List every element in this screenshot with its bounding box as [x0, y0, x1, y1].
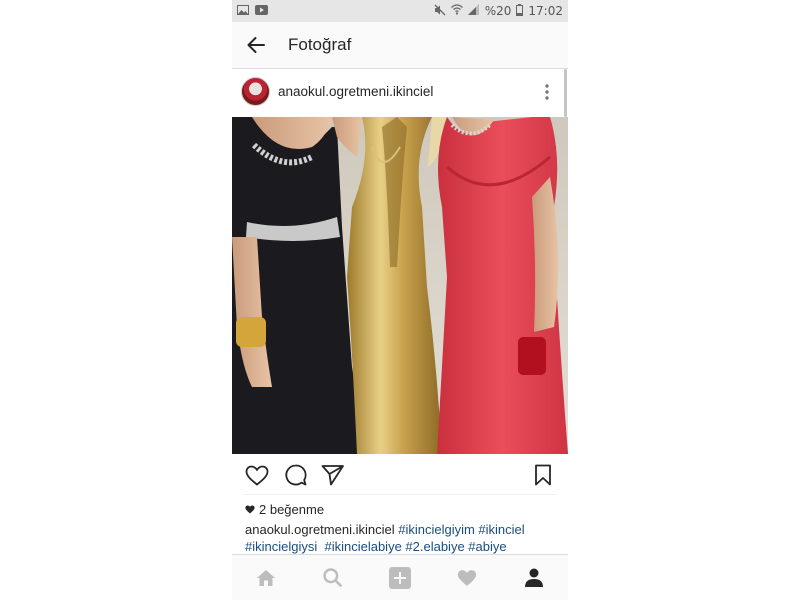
heart-small-icon [245, 505, 255, 514]
tab-search[interactable] [313, 558, 353, 598]
mute-icon [434, 4, 446, 19]
clock: 17:02 [528, 4, 563, 18]
back-button[interactable] [236, 22, 276, 69]
avatar[interactable] [241, 77, 270, 106]
bookmark-icon [535, 464, 551, 486]
battery-icon [516, 3, 524, 19]
likes-label: 2 beğenme [259, 502, 325, 517]
save-button[interactable] [530, 462, 556, 488]
signal-icon [467, 4, 480, 18]
share-icon [321, 465, 344, 486]
more-options-button[interactable] [535, 77, 559, 107]
gallery-icon [237, 4, 249, 18]
status-bar: %20 17:02 [232, 0, 568, 22]
tab-add[interactable] [380, 558, 420, 598]
likes-count[interactable]: 2 beğenme [245, 502, 324, 517]
add-icon [388, 566, 411, 589]
tab-activity[interactable] [447, 558, 487, 598]
post-photo-illustration [232, 117, 568, 454]
post-caption: anaokul.ogretmeni.ikinciel #ikincielgiyi… [245, 521, 560, 555]
battery-text: %20 [484, 4, 512, 18]
share-button[interactable] [320, 462, 346, 488]
caption-hashtags-line2[interactable]: #ikincielgiysi #ikincielabiye #2.elabiye… [245, 539, 507, 554]
comment-icon [284, 464, 307, 486]
activity-icon [457, 569, 477, 586]
caption-username[interactable]: anaokul.ogretmeni.ikinciel [245, 522, 395, 537]
search-icon [323, 568, 343, 587]
comment-button[interactable] [282, 462, 308, 488]
arrow-left-icon [247, 37, 265, 53]
post-header: anaokul.ogretmeni.ikinciel [232, 69, 568, 117]
page-title: Fotoğraf [288, 35, 352, 54]
heart-icon [245, 465, 269, 486]
like-button[interactable] [244, 462, 270, 488]
post-actions [232, 460, 568, 490]
more-vertical-icon [545, 83, 549, 100]
app-bar: Fotoğraf [232, 22, 568, 69]
youtube-icon [255, 4, 268, 18]
caption-hashtags-line1[interactable]: #ikincielgiyim #ikinciel [398, 522, 524, 537]
profile-icon [525, 568, 544, 587]
tab-profile[interactable] [514, 558, 554, 598]
divider [244, 494, 556, 495]
post-username[interactable]: anaokul.ogretmeni.ikinciel [278, 84, 433, 99]
wifi-icon [450, 4, 463, 18]
post-photo[interactable] [232, 117, 568, 454]
phone-screen: %20 17:02 Fotoğraf anaokul.ogretmeni.iki… [232, 0, 568, 600]
home-icon [256, 569, 275, 586]
tab-home[interactable] [246, 558, 286, 598]
bottom-tab-bar [232, 554, 568, 600]
scrollbar[interactable] [564, 69, 567, 117]
